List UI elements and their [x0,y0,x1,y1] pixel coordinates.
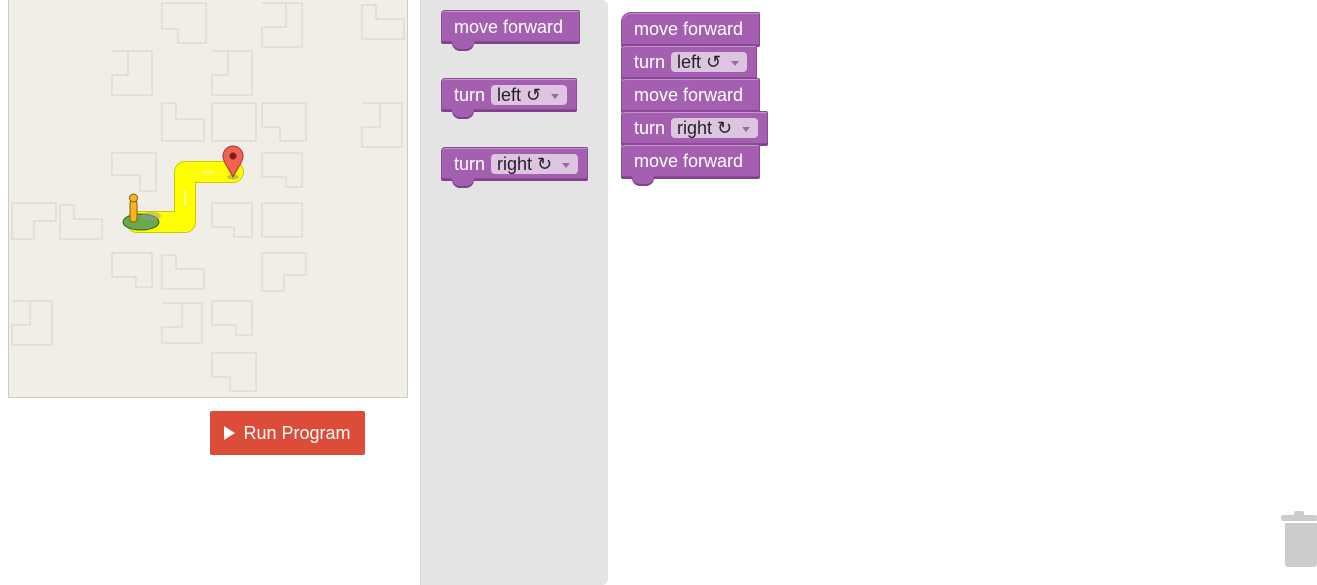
direction-dropdown[interactable]: right ↻ [671,118,759,138]
maze-canvas [11,2,405,392]
maze-walls [11,2,405,392]
run-program-label: Run Program [243,422,351,443]
trash-icon[interactable] [1281,511,1317,567]
direction-dropdown[interactable]: left ↺ [671,52,748,72]
direction-value: left ↺ [497,85,542,105]
block-keyword: move forward [634,19,744,39]
direction-value: right ↻ [677,118,733,138]
direction-value: right ↻ [497,154,553,174]
dropdown-arrow-icon [562,162,571,168]
direction-dropdown[interactable]: left ↺ [491,85,568,105]
trash-lid [1281,515,1317,521]
block-keyword: move forward [634,151,744,171]
toolbox-block-turn-right[interactable]: turn right ↻ [441,147,588,186]
workspace-block-turn-left[interactable]: turn left ↺ [621,45,757,78]
run-program-button[interactable]: Run Program [210,411,365,455]
block-keyword: turn [454,154,486,174]
workspace-block-move-forward[interactable]: move forward [621,144,760,184]
dropdown-arrow-icon [742,126,751,132]
maze-board [8,0,408,398]
workspace-block-move-forward[interactable]: move forward [621,78,760,111]
toolbox-block-move-forward[interactable]: move forward [441,10,580,49]
play-icon [224,426,236,440]
direction-value: left ↺ [677,52,722,72]
block-keyword: move forward [634,85,744,105]
block-keyword: turn [454,85,486,105]
workspace-block-move-forward[interactable]: move forward [621,12,760,45]
block-keyword: turn [634,118,666,138]
dropdown-arrow-icon [731,60,740,66]
direction-dropdown[interactable]: right ↻ [491,154,579,174]
toolbox-block-turn-left[interactable]: turn left ↺ [441,78,577,117]
toolbox: move forward turn left ↺ turn right ↻ [420,0,608,585]
block-keyword: turn [634,52,666,72]
trash-can [1285,523,1317,567]
workspace-block-turn-right[interactable]: turn right ↻ [621,111,768,144]
dropdown-arrow-icon [551,93,560,99]
block-keyword: move forward [454,17,564,37]
